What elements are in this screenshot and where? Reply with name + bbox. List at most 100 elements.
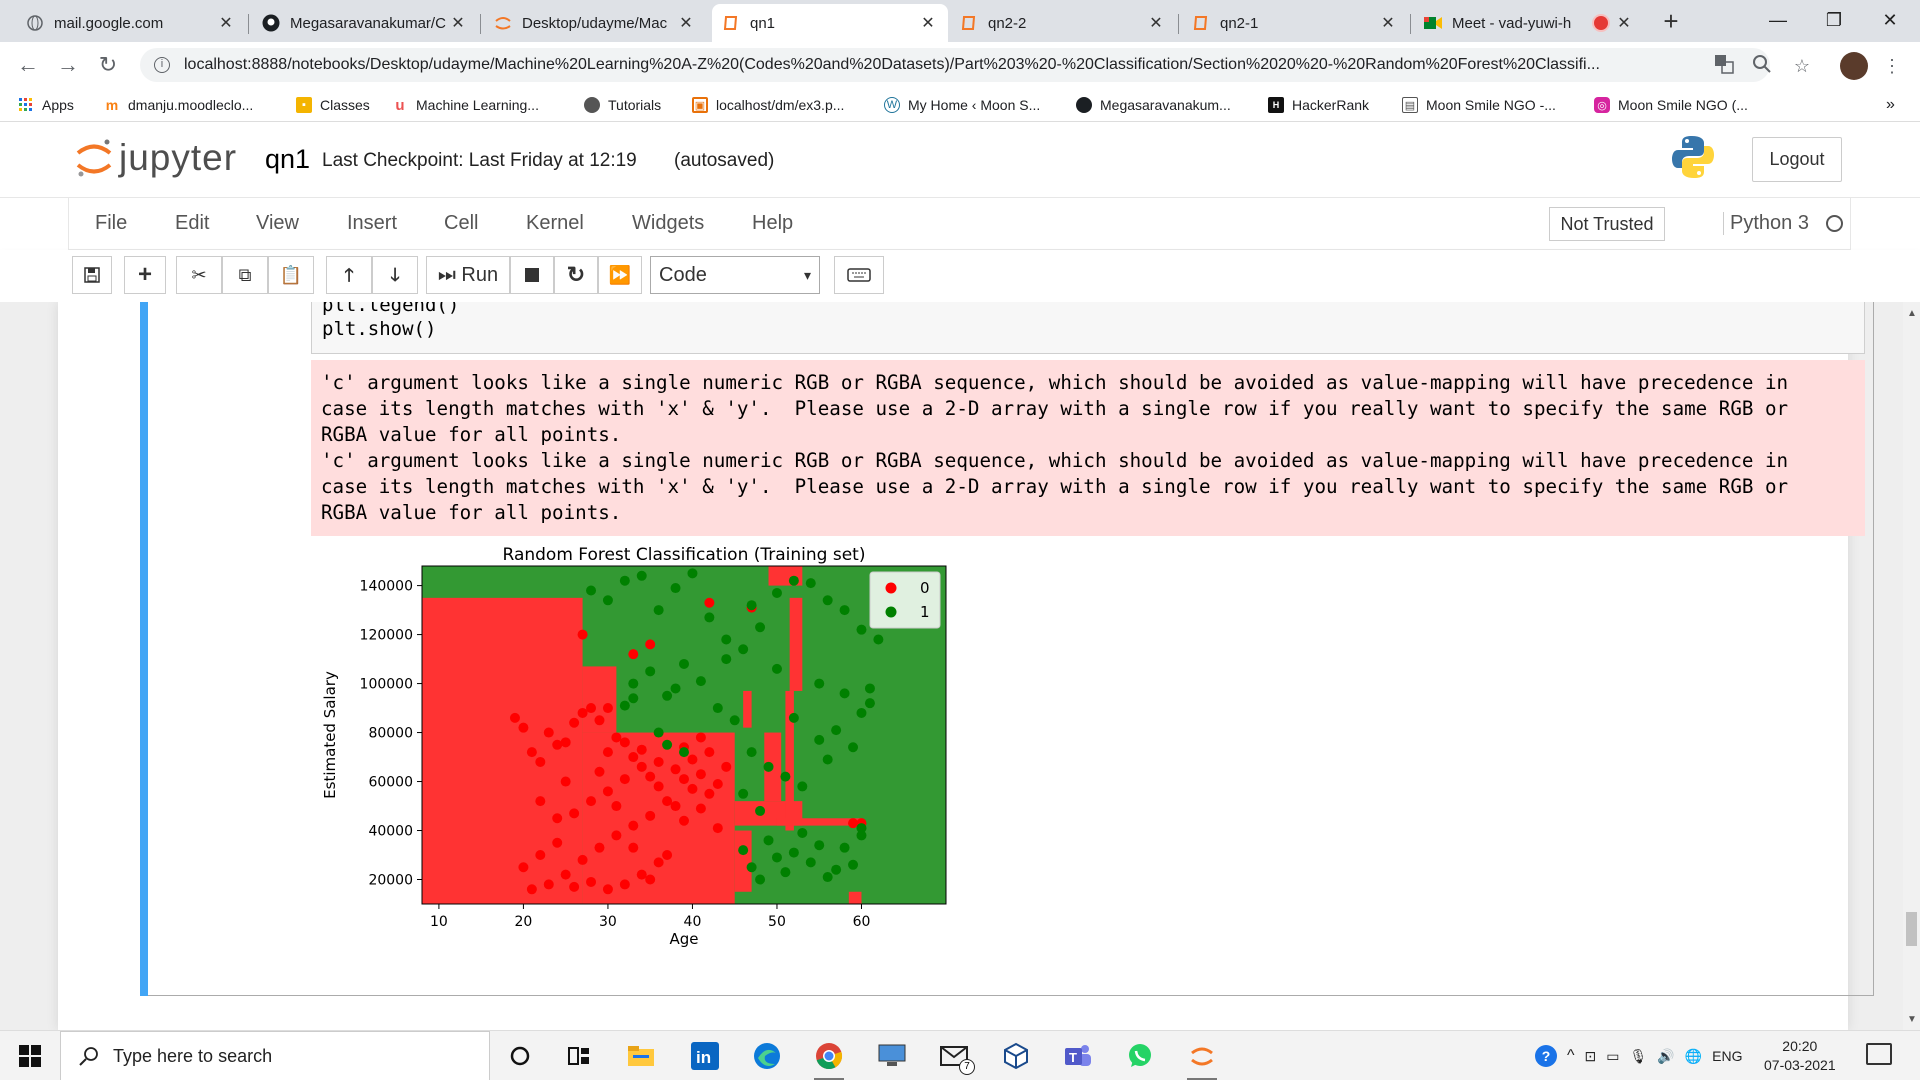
forward-arrow-icon[interactable]: → [54, 51, 82, 79]
minimize-button[interactable]: — [1750, 0, 1806, 40]
task-view-icon[interactable] [562, 1039, 596, 1073]
menu-widgets[interactable]: Widgets [632, 212, 704, 235]
chevron-up-icon[interactable]: ^ [1567, 1047, 1575, 1065]
profile-avatar[interactable] [1840, 52, 1868, 80]
paste-icon[interactable]: 📋 [268, 256, 314, 294]
bookmark-star-icon[interactable]: ☆ [1790, 54, 1814, 78]
teams-icon[interactable]: T [1061, 1039, 1095, 1073]
info-icon[interactable]: i [154, 57, 170, 73]
bookmark-hackerrank[interactable]: H HackerRank [1268, 94, 1369, 116]
back-arrow-icon[interactable]: ← [14, 51, 42, 79]
bookmark-my-home[interactable]: W My Home ‹ Moon S... [884, 94, 1040, 116]
close-tab-icon[interactable]: ✕ [918, 13, 938, 33]
bookmark-github[interactable]: Megasaravanakum... [1076, 94, 1231, 116]
language-indicator[interactable]: ENG [1712, 1048, 1742, 1064]
move-down-icon[interactable]: 🡓 [372, 256, 418, 294]
tab-meet[interactable]: Meet - vad-yuwi-h ✕ [1414, 4, 1644, 42]
url-bar[interactable]: i localhost:8888/notebooks/Desktop/udaym… [140, 48, 1770, 82]
clock[interactable]: 20:20 07-03-2021 [1764, 1037, 1836, 1075]
new-tab-button[interactable]: + [1656, 6, 1686, 36]
network-device-icon[interactable]: ⊡ [1585, 1048, 1597, 1065]
tab-qn2-2[interactable]: qn2-2 ✕ [950, 4, 1176, 42]
cut-icon[interactable]: ✂ [176, 256, 222, 294]
cell-type-select[interactable]: Code ▾ [650, 256, 820, 294]
bookmark-classes[interactable]: ▪ Classes [296, 94, 370, 116]
notification-icon[interactable] [1866, 1043, 1892, 1065]
volume-icon[interactable]: 🔊 [1657, 1048, 1674, 1065]
interrupt-icon[interactable] [510, 256, 554, 294]
tab-github[interactable]: Megasaravanakumar/C ✕ [252, 4, 478, 42]
remote-desktop-icon[interactable] [875, 1039, 909, 1073]
close-window-button[interactable]: ✕ [1862, 0, 1918, 40]
menu-edit[interactable]: Edit [175, 212, 209, 235]
zoom-icon[interactable] [1750, 54, 1774, 78]
close-tab-icon[interactable]: ✕ [1146, 13, 1166, 33]
scroll-up-icon[interactable]: ▲ [1907, 308, 1917, 319]
tab-gmail[interactable]: mail.google.com ✕ [16, 4, 246, 42]
restart-icon[interactable]: ↻ [554, 256, 598, 294]
help-icon[interactable]: ? [1535, 1045, 1557, 1067]
bookmark-tutorials[interactable]: Tutorials [584, 94, 661, 116]
whatsapp-icon[interactable] [1123, 1039, 1157, 1073]
restart-run-all-icon[interactable]: ⏩ [598, 256, 642, 294]
close-tab-icon[interactable]: ✕ [1378, 13, 1398, 33]
tab-title: Desktop/udayme/Mac [522, 14, 668, 32]
bookmark-machine-learning[interactable]: u Machine Learning... [392, 94, 539, 116]
move-up-icon[interactable]: 🡑 [326, 256, 372, 294]
kernel-idle-icon [1826, 215, 1843, 232]
notebook-scrollbar[interactable]: ▲ ▼ [1903, 302, 1920, 1030]
file-explorer-icon[interactable] [624, 1039, 658, 1073]
trust-button[interactable]: Not Trusted [1549, 207, 1665, 241]
tab-qn1[interactable]: qn1 ✕ [712, 4, 948, 42]
close-tab-icon[interactable]: ✕ [1614, 13, 1634, 33]
start-button[interactable] [0, 1031, 60, 1080]
menu-help[interactable]: Help [752, 212, 793, 235]
close-tab-icon[interactable]: ✕ [448, 13, 468, 33]
microphone-icon[interactable]: 🎙 [1629, 1048, 1647, 1065]
translate-icon[interactable] [1712, 54, 1736, 78]
mail-icon[interactable]: 7 [938, 1039, 975, 1075]
logout-button[interactable]: Logout [1752, 137, 1842, 182]
jupyter-icon[interactable] [1185, 1039, 1219, 1080]
more-bookmarks-icon[interactable]: » [1886, 94, 1895, 116]
tab-jupyter-tree[interactable]: Desktop/udayme/Mac ✕ [484, 4, 706, 42]
bookmark-localhost[interactable]: ▣ localhost/dm/ex3.p... [692, 94, 844, 116]
cortana-icon[interactable] [503, 1039, 537, 1073]
bookmark-apps[interactable]: Apps [18, 94, 74, 116]
reload-icon[interactable]: ↻ [94, 51, 122, 79]
bookmark-moodle[interactable]: m dmanju.moodleclo... [104, 94, 254, 116]
save-icon[interactable] [72, 256, 112, 294]
language-globe-icon[interactable]: 🌐 [1685, 1048, 1702, 1065]
tab-qn2-1[interactable]: qn2-1 ✕ [1182, 4, 1408, 42]
jupyter-logo[interactable]: jupyter [75, 136, 237, 180]
point-class-1 [729, 715, 740, 726]
battery-icon[interactable]: ▭ [1606, 1048, 1619, 1065]
menu-view[interactable]: View [256, 212, 299, 235]
kernel-name[interactable]: Python 3 [1723, 212, 1809, 235]
restore-button[interactable]: ❐ [1806, 0, 1862, 40]
close-tab-icon[interactable]: ✕ [676, 13, 696, 33]
bookmark-moon-smile-instagram[interactable]: ◎ Moon Smile NGO (... [1594, 94, 1748, 116]
code-input-area[interactable]: plt.legend() plt.show() [311, 302, 1865, 354]
chrome-icon[interactable] [812, 1039, 846, 1080]
copy-icon[interactable]: ⧉ [222, 256, 268, 294]
more-menu-icon[interactable]: ⋮ [1880, 54, 1904, 78]
bookmark-moon-smile[interactable]: ▤ Moon Smile NGO -... [1402, 94, 1556, 116]
edge-icon[interactable] [750, 1039, 784, 1073]
3d-viewer-icon[interactable] [999, 1039, 1033, 1073]
scroll-down-icon[interactable]: ▼ [1907, 1014, 1917, 1025]
taskbar-search[interactable]: Type here to search [60, 1031, 490, 1080]
run-button[interactable]: ⏭ Run [426, 256, 510, 294]
scrollbar-thumb[interactable] [1906, 912, 1917, 946]
close-tab-icon[interactable]: ✕ [216, 13, 236, 33]
linkedin-icon[interactable]: in [688, 1039, 722, 1073]
notebook-scroll-area[interactable]: plt.legend() plt.show() 'c' argument loo… [0, 302, 1903, 1030]
menu-kernel[interactable]: Kernel [526, 212, 584, 235]
menu-insert[interactable]: Insert [347, 212, 397, 235]
notebook-name[interactable]: qn1 [265, 144, 310, 175]
insert-cell-icon[interactable]: + [124, 256, 166, 294]
menu-cell[interactable]: Cell [444, 212, 478, 235]
menu-file[interactable]: File [95, 212, 127, 235]
keyboard-icon[interactable] [834, 256, 884, 294]
point-class-0 [560, 869, 571, 880]
